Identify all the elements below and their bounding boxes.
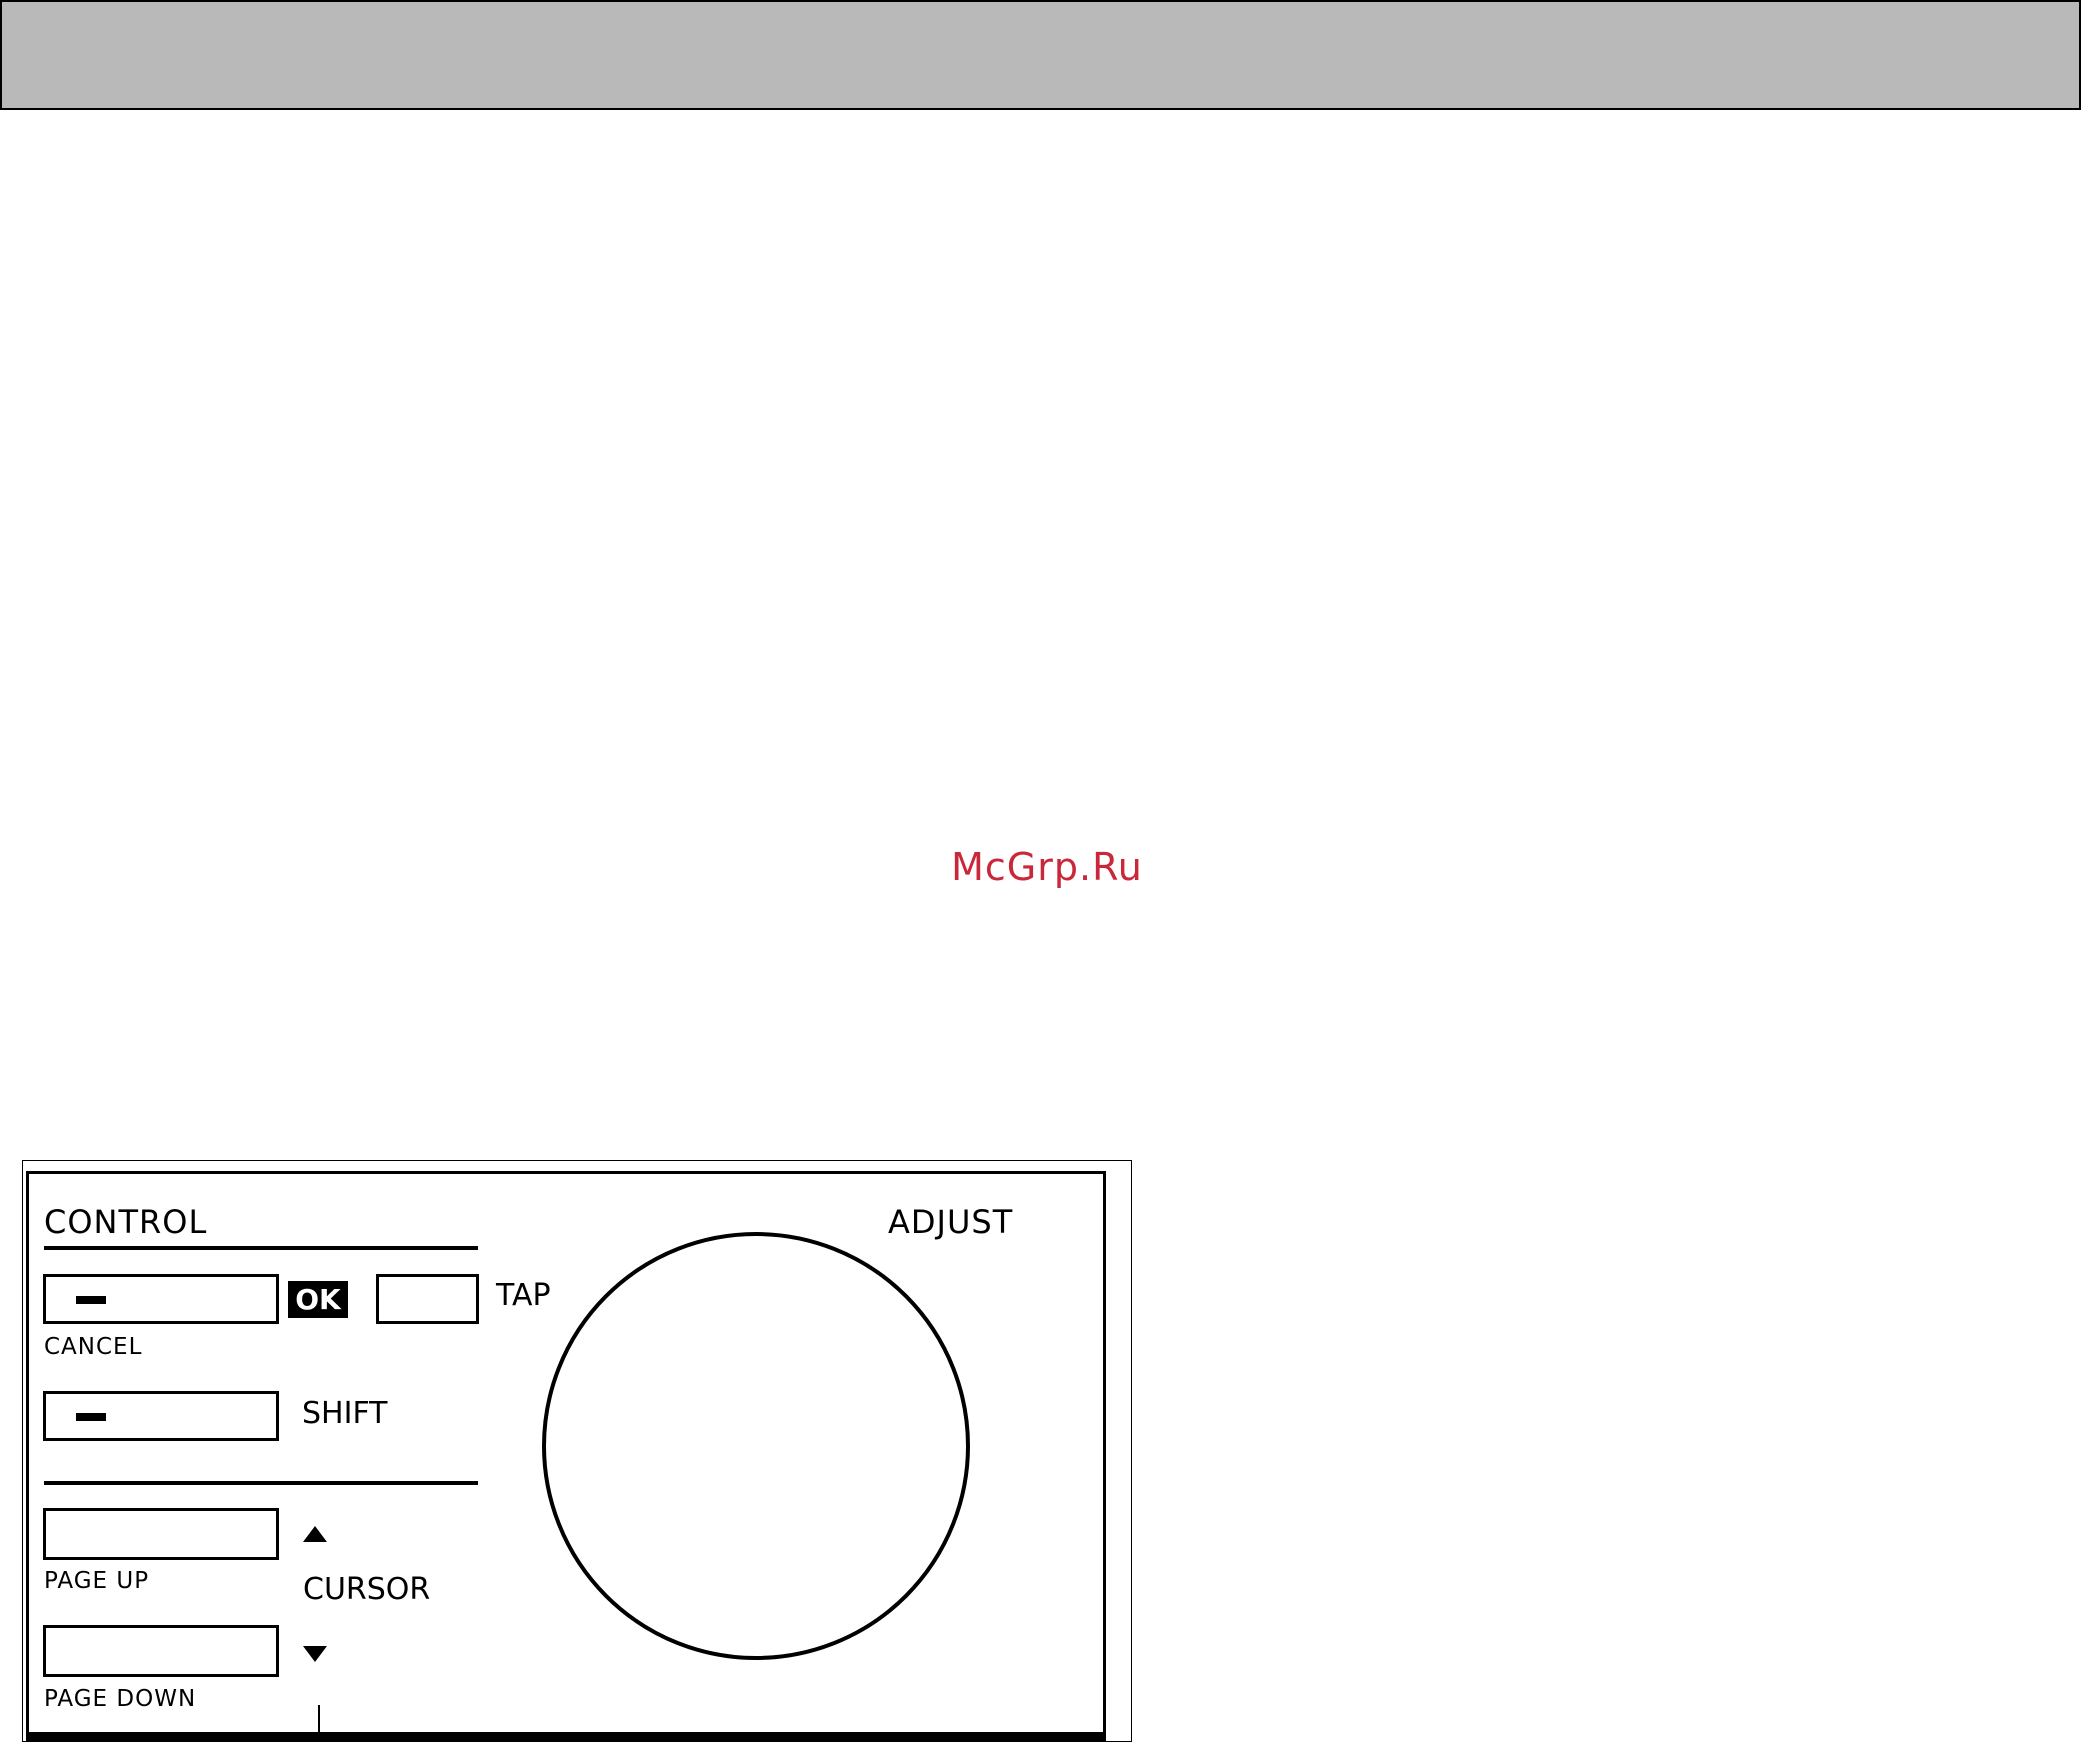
cursor-label: CURSOR (303, 1572, 431, 1607)
control-heading-rule (44, 1246, 478, 1250)
page-up-label: PAGE UP (44, 1568, 150, 1594)
adjust-heading: ADJUST (888, 1203, 1014, 1241)
section-divider (44, 1481, 478, 1485)
cursor-down-icon (303, 1646, 327, 1662)
page-header-bar (0, 0, 2081, 110)
cancel-led-indicator (76, 1296, 106, 1304)
adjust-dial[interactable] (542, 1232, 970, 1660)
pointer-tick (318, 1705, 320, 1735)
tap-button[interactable] (376, 1274, 479, 1324)
cancel-label: CANCEL (44, 1334, 143, 1360)
cancel-button[interactable] (43, 1274, 279, 1324)
page-up-button[interactable] (43, 1508, 279, 1560)
watermark: McGrp.Ru (951, 845, 1143, 889)
shift-button[interactable] (43, 1391, 279, 1441)
page-down-label: PAGE DOWN (44, 1686, 197, 1712)
page-down-button[interactable] (43, 1625, 279, 1677)
shift-led-indicator (76, 1413, 106, 1421)
control-heading: CONTROL (44, 1203, 208, 1241)
cursor-up-icon (303, 1526, 327, 1542)
shift-label: SHIFT (302, 1396, 388, 1431)
ok-button[interactable]: OK (288, 1281, 348, 1318)
panel-bottom-edge (26, 1732, 1106, 1742)
tap-label: TAP (496, 1278, 551, 1313)
